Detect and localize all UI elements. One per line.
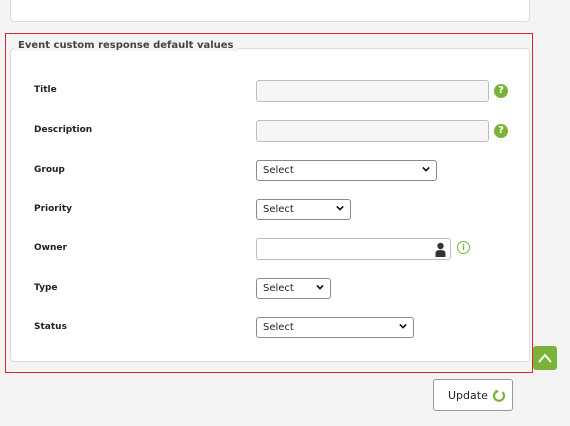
status-select-value: Select	[263, 322, 294, 333]
chevron-down-icon	[336, 205, 344, 211]
person-icon[interactable]	[435, 242, 446, 257]
chevron-down-icon	[316, 284, 324, 290]
fieldset-legend: Event custom response default values	[14, 40, 238, 51]
group-select[interactable]: Select	[256, 160, 437, 181]
update-button[interactable]: Update	[433, 379, 513, 411]
title-label: Title	[34, 85, 57, 95]
priority-select-value: Select	[263, 204, 294, 215]
type-label: Type	[34, 283, 58, 293]
title-input[interactable]	[256, 80, 489, 102]
chevron-down-icon	[399, 323, 407, 329]
description-input[interactable]	[256, 120, 489, 142]
status-label: Status	[34, 322, 67, 332]
owner-info-icon[interactable]: i	[457, 241, 470, 254]
update-button-label: Update	[448, 389, 488, 402]
refresh-icon	[492, 389, 506, 402]
scroll-to-top-button[interactable]	[533, 346, 557, 370]
owner-label: Owner	[34, 243, 67, 253]
owner-input[interactable]	[256, 238, 451, 260]
title-help-icon[interactable]: ?	[494, 84, 508, 98]
status-select[interactable]: Select	[256, 317, 414, 338]
description-label: Description	[34, 125, 93, 135]
chevron-up-icon	[538, 353, 552, 363]
priority-select[interactable]: Select	[256, 199, 351, 220]
description-help-icon[interactable]: ?	[494, 124, 508, 138]
priority-label: Priority	[34, 204, 72, 214]
previous-section-card	[10, 0, 530, 22]
type-select[interactable]: Select	[256, 278, 331, 299]
chevron-down-icon	[422, 166, 430, 172]
group-label: Group	[34, 165, 65, 175]
group-select-value: Select	[263, 165, 294, 176]
type-select-value: Select	[263, 283, 294, 294]
